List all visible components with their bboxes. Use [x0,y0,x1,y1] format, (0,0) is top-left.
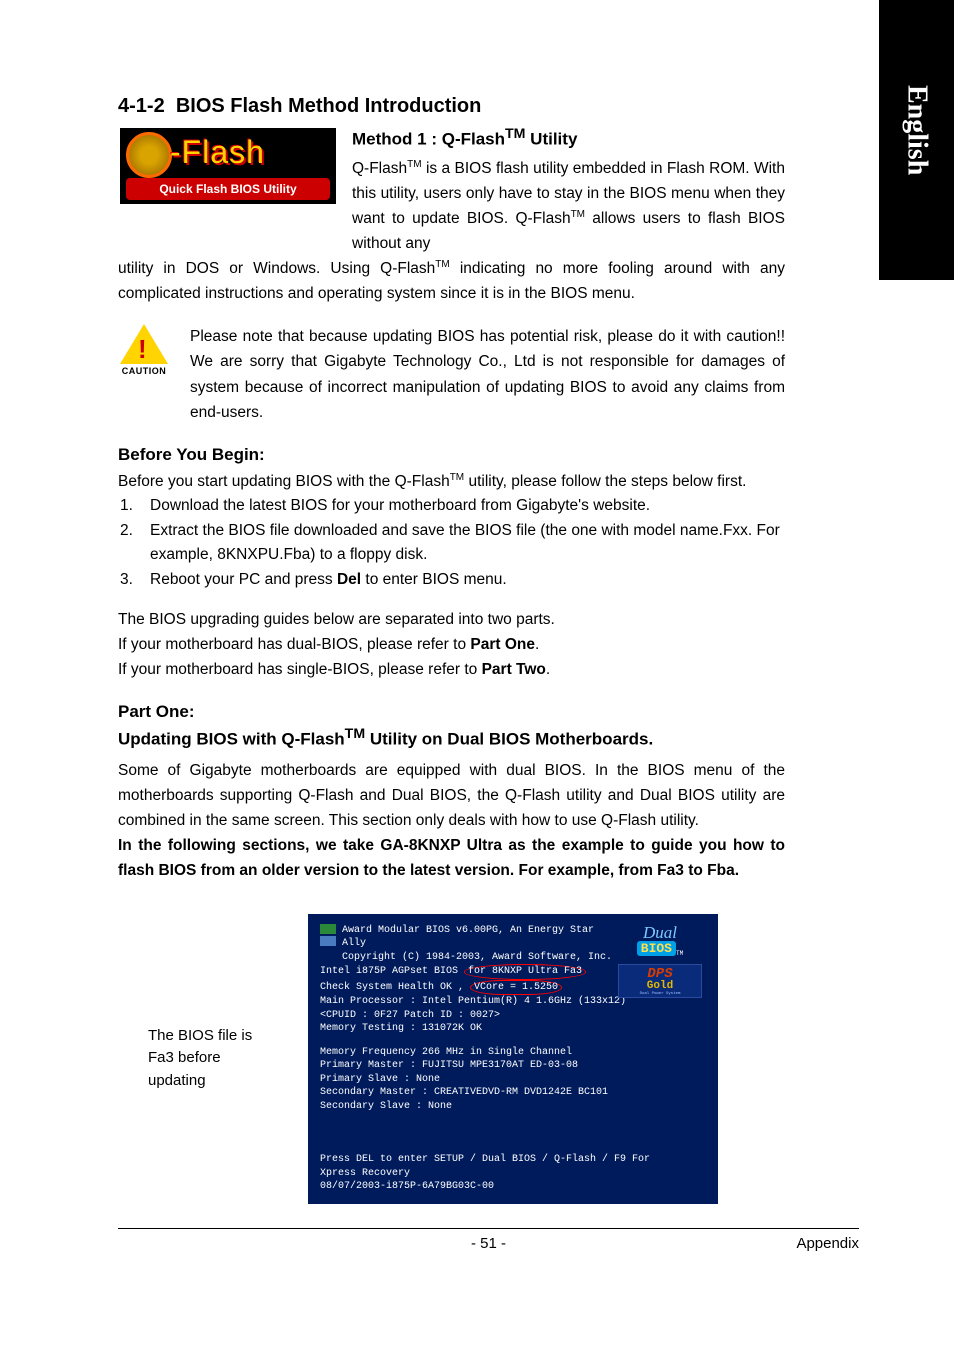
part-one-subheading: Updating BIOS with Q-FlashTM Utility on … [118,726,785,750]
page-footer: - 51 - Appendix [118,1228,859,1252]
bios-line: Primary Slave : None [320,1073,706,1087]
warning-triangle-icon [120,324,168,364]
step-2: 2.Extract the BIOS file downloaded and s… [120,519,785,569]
method1-para-top: Q-FlashTM is a BIOS flash utility embedd… [352,156,785,256]
language-tab: English [879,0,954,280]
bios-line: Secondary Slave : None [320,1100,706,1114]
method1-title: Method 1 : Q-FlashTM Utility [352,126,785,150]
method1-para-bottom: utility in DOS or Windows. Using Q-Flash… [118,256,785,306]
bios-line: 08/07/2003-i875P-6A79BG03C-00 [320,1180,706,1194]
qflash-q-icon [126,132,172,178]
dual-bios-logo: Dual BIOSTM [618,924,702,956]
steps-list: 1.Download the latest BIOS for your moth… [120,494,785,593]
screenshot-row: The BIOS file is Fa3 before updating Dua… [118,914,785,1204]
guides-note-1: The BIOS upgrading guides below are sepa… [118,607,785,632]
bios-line: Xpress Recovery [320,1167,706,1181]
dps-gold-logo: DPS Gold Dual Power System [618,964,702,998]
part-one-para: Some of Gigabyte motherboards are equipp… [118,758,785,833]
qflash-logo: -Flash Quick Flash BIOS Utility [118,126,338,206]
energy-star-icon [320,924,338,948]
part-one-bold: In the following sections, we take GA-8K… [118,833,785,883]
qflash-bar: Quick Flash BIOS Utility [126,178,330,200]
before-begin-heading: Before You Begin: [118,445,785,465]
bios-line: Memory Frequency 266 MHz in Single Chann… [320,1046,706,1060]
guides-note-3: If your motherboard has single-BIOS, ple… [118,657,785,682]
caution-icon: CAUTION [118,324,170,376]
bios-line: Ally [342,937,612,951]
step-3: 3.Reboot your PC and press Del to enter … [120,568,785,593]
bios-line: Award Modular BIOS v6.00PG, An Energy St… [342,924,612,938]
caution-text: Please note that because updating BIOS h… [190,324,785,424]
bios-line: Secondary Master : CREATIVEDVD-RM DVD124… [320,1086,706,1100]
part-one-heading: Part One: [118,702,785,722]
footer-section: Appendix [796,1235,859,1252]
section-title: 4-1-2 BIOS Flash Method Introduction [118,95,785,118]
bios-line: Press DEL to enter SETUP / Dual BIOS / Q… [320,1153,706,1167]
caution-block: CAUTION Please note that because updatin… [118,324,785,424]
language-label: English [901,85,933,175]
page-number: - 51 - [471,1235,506,1252]
bios-boot-screen: Dual BIOSTM DPS Gold Dual Power System A… [308,914,718,1204]
bios-line: Primary Master : FUJITSU MPE3170AT ED-03… [320,1059,706,1073]
bios-line: Memory Testing : 131072K OK [320,1022,706,1036]
before-begin-intro: Before you start updating BIOS with the … [118,469,785,494]
qflash-text: -Flash [170,134,265,171]
guides-note-2: If your motherboard has dual-BIOS, pleas… [118,632,785,657]
bios-line: <CPUID : 0F27 Patch ID : 0027> [320,1009,706,1023]
bios-line: Copyright (C) 1984-2003, Award Software,… [342,951,612,965]
method1-row: -Flash Quick Flash BIOS Utility Method 1… [118,126,785,256]
step-1: 1.Download the latest BIOS for your moth… [120,494,785,519]
page-content: 4-1-2 BIOS Flash Method Introduction -Fl… [0,0,875,1204]
screenshot-annotation: The BIOS file is Fa3 before updating [118,1025,278,1093]
method1-col: Method 1 : Q-FlashTM Utility Q-FlashTM i… [352,126,785,256]
caution-label: CAUTION [118,366,170,376]
